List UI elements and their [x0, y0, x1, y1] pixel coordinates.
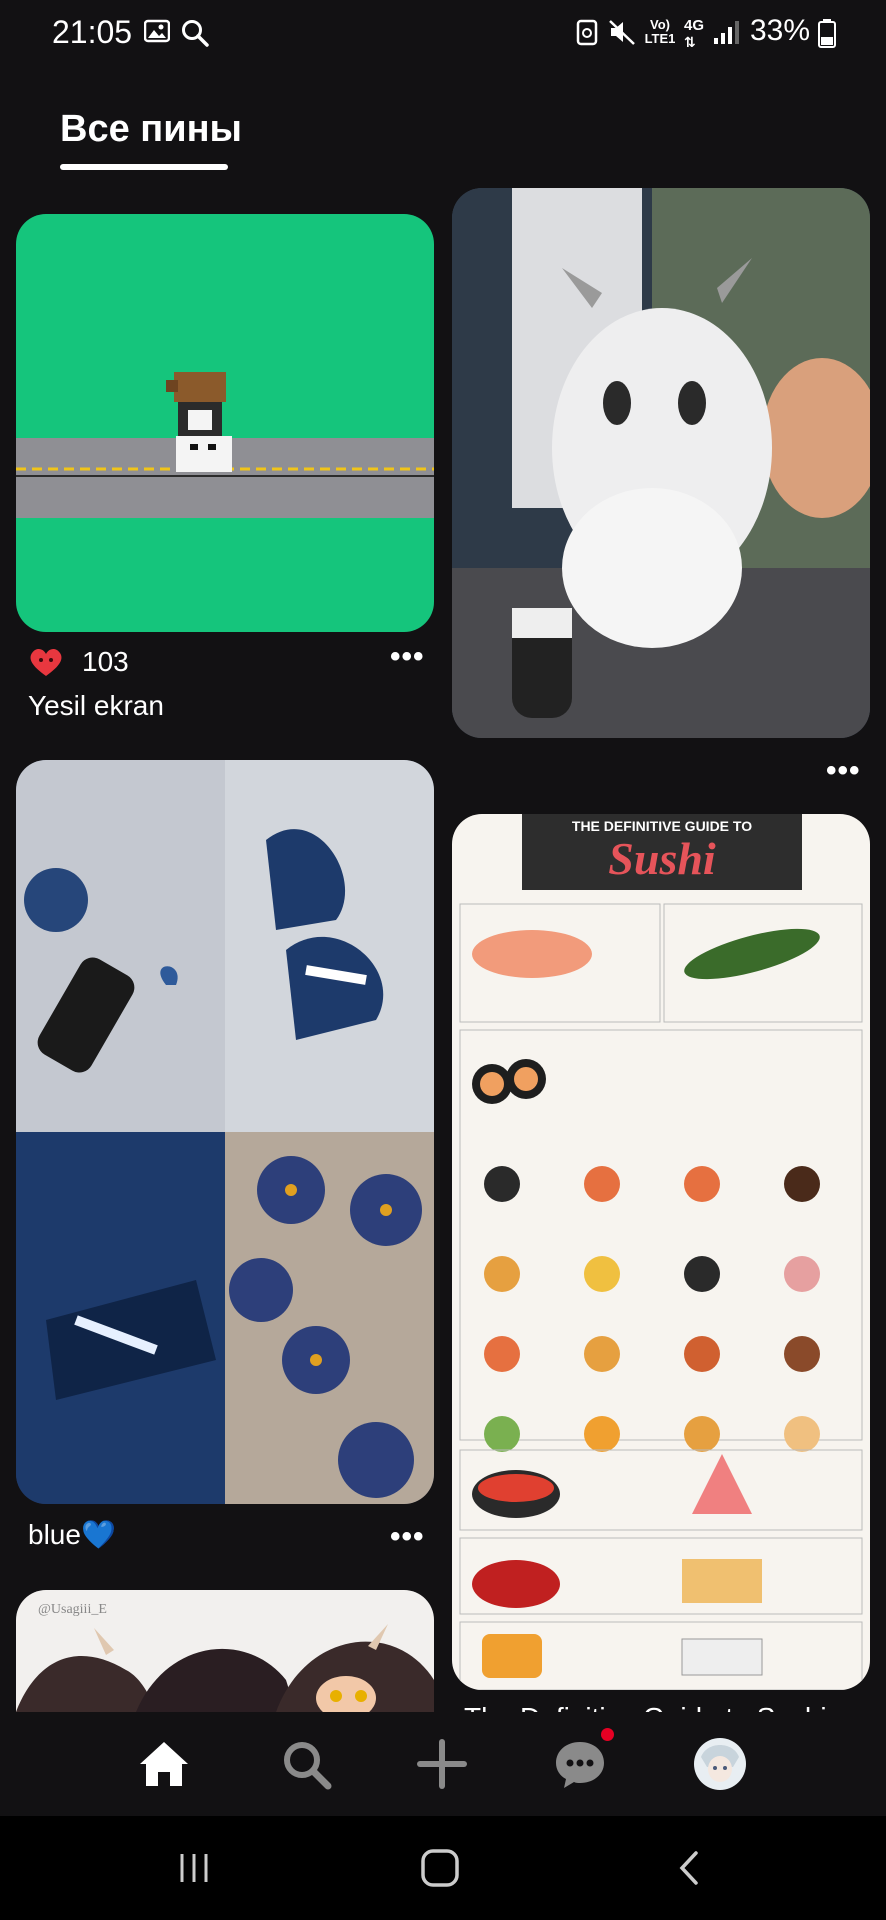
battery-percent: 33%	[750, 14, 811, 47]
pin-title: The Definitive Guide to Sushi	[464, 1702, 827, 1712]
heart-icon	[30, 648, 62, 676]
nav-profile[interactable]	[688, 1732, 752, 1796]
pin-more-button[interactable]: •••	[390, 1520, 425, 1554]
anime-art-image	[16, 1624, 434, 1712]
nav-messages[interactable]	[548, 1728, 614, 1796]
notification-dot	[601, 1728, 614, 1741]
back-icon[interactable]	[676, 1850, 702, 1886]
pin-green-screen[interactable]	[16, 214, 434, 632]
status-bar: 21:05 Vo) LTE1 4G ⇅ 33%	[0, 0, 886, 70]
pixel-bears-image	[16, 372, 434, 518]
sushi-poster-title: Sushi	[608, 833, 716, 884]
search-icon	[284, 1742, 332, 1790]
plush-photo-image	[452, 188, 870, 738]
pin-anime-art[interactable]: @Usagiii_E	[16, 1590, 434, 1712]
nav-home[interactable]	[132, 1732, 196, 1796]
pin-title: Yesil ekran	[28, 690, 164, 721]
bottom-nav	[0, 1712, 886, 1816]
home-icon	[140, 1742, 188, 1786]
tab-all-pins[interactable]: Все пины	[60, 108, 242, 151]
pin-title: blue💙	[28, 1519, 116, 1550]
mute-icon	[609, 20, 635, 45]
home-button-icon[interactable]	[420, 1848, 460, 1888]
pin-likes-count: 103	[82, 646, 129, 677]
recent-apps-icon[interactable]	[176, 1850, 212, 1886]
nav-search[interactable]	[274, 1732, 338, 1796]
pin-sushi-guide[interactable]: THE DEFINITIVE GUIDE TO Sushi	[452, 814, 870, 1690]
avatar	[694, 1738, 746, 1790]
pin-more-button[interactable]: •••	[826, 754, 861, 788]
signal-icon	[714, 21, 739, 44]
plus-icon	[417, 1739, 467, 1789]
search-status-icon	[182, 20, 209, 47]
sushi-guide-image	[459, 903, 863, 1690]
nav-create[interactable]	[410, 1732, 474, 1796]
pin-more-button[interactable]: •••	[390, 640, 425, 674]
status-time: 21:05	[52, 14, 133, 50]
pin-plush-photo[interactable]	[452, 188, 870, 738]
sushi-poster-heading: THE DEFINITIVE GUIDE TO	[571, 818, 753, 834]
pin-blue-collage[interactable]	[16, 760, 434, 1504]
battery-icon	[818, 19, 836, 48]
pin-watermark: @Usagiii_E	[38, 1602, 107, 1617]
blue-collage-image	[16, 760, 434, 1504]
network-label: Vo) LTE1	[644, 17, 676, 46]
system-nav-bar	[0, 1816, 886, 1920]
chat-icon	[556, 1742, 604, 1788]
gallery-icon	[144, 19, 170, 43]
recycle-icon	[576, 19, 598, 46]
tab-indicator	[60, 164, 228, 170]
sushi-poster-header: THE DEFINITIVE GUIDE TO Sushi	[522, 814, 802, 890]
signal-label: 4G ⇅	[684, 17, 705, 51]
